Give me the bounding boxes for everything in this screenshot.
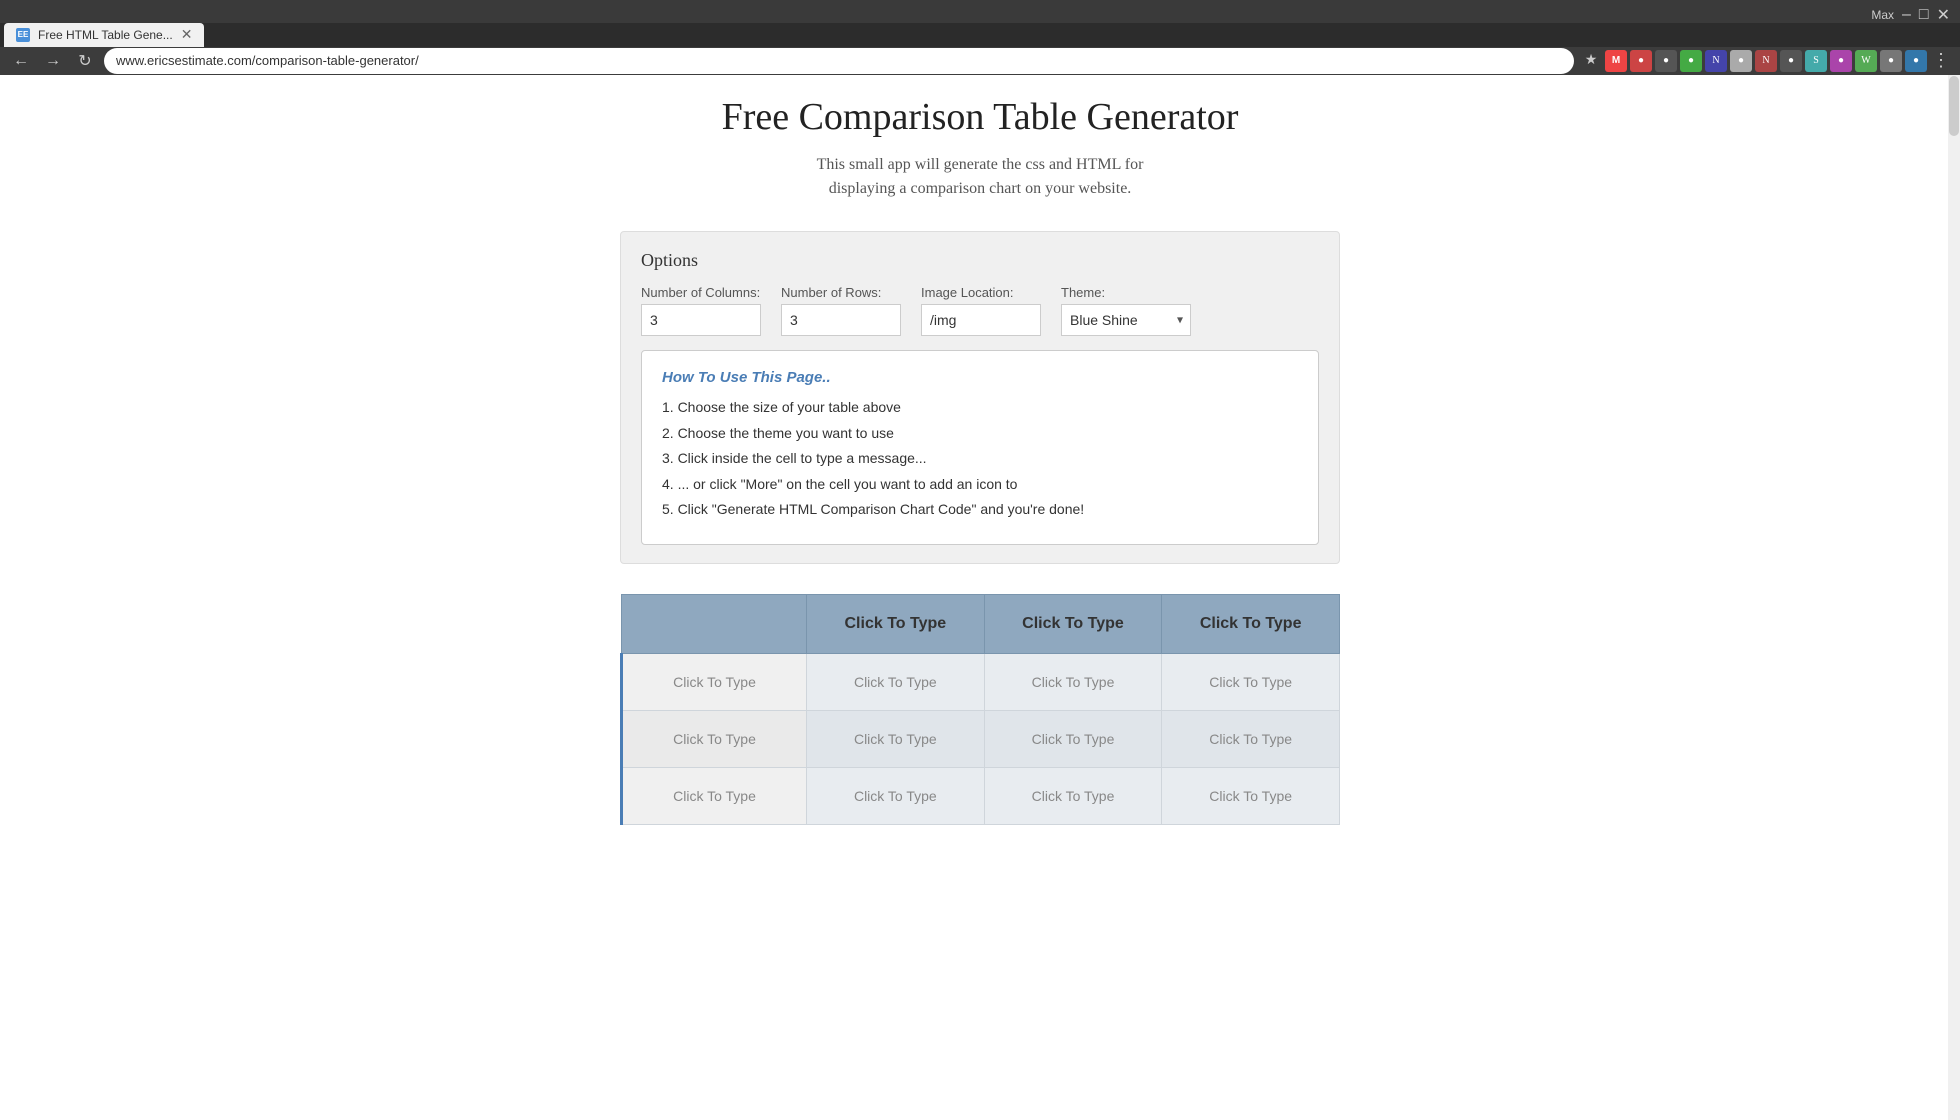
- page-content: Free Comparison Table Generator This sma…: [600, 95, 1360, 825]
- page-subtitle: This small app will generate the css and…: [620, 153, 1340, 201]
- columns-field-group: Number of Columns:: [641, 285, 761, 336]
- browser-chrome: Max – □ ✕ EE Free HTML Table Gene... ✕ ←…: [0, 0, 1960, 75]
- ext-icon-8[interactable]: ●: [1780, 50, 1802, 72]
- image-location-input[interactable]: [921, 304, 1041, 336]
- theme-field-group: Theme: Blue Shine Red Green Gray Dark: [1061, 285, 1191, 336]
- username-label: Max: [1871, 8, 1894, 22]
- row-3-col-3[interactable]: Click To Type: [1162, 767, 1340, 824]
- row-1-col-2[interactable]: Click To Type: [984, 653, 1162, 710]
- tab-bar: EE Free HTML Table Gene... ✕: [0, 23, 1960, 47]
- table-header-col-2[interactable]: Click To Type: [984, 594, 1162, 653]
- table-row: Click To Type Click To Type Click To Typ…: [622, 767, 1340, 824]
- columns-label: Number of Columns:: [641, 285, 761, 300]
- image-location-field-group: Image Location:: [921, 285, 1041, 336]
- instructions-box: How To Use This Page.. 1. Choose the siz…: [641, 350, 1319, 545]
- ext-icon-4[interactable]: ●: [1680, 50, 1702, 72]
- table-row: Click To Type Click To Type Click To Typ…: [622, 653, 1340, 710]
- ext-icon-10[interactable]: ●: [1830, 50, 1852, 72]
- browser-toolbar: ← → ↻ ★ M ● ● ● N ● N ● S ● W ● ● ⋮: [0, 47, 1960, 76]
- table-header-col-1[interactable]: Click To Type: [807, 594, 985, 653]
- table-container: Click To Type Click To Type Click To Typ…: [620, 594, 1340, 825]
- row-3-label[interactable]: Click To Type: [622, 767, 807, 824]
- ext-icon-11[interactable]: W: [1855, 50, 1877, 72]
- ext-icon-2[interactable]: ●: [1630, 50, 1652, 72]
- row-2-col-1[interactable]: Click To Type: [807, 710, 985, 767]
- rows-field-group: Number of Rows:: [781, 285, 901, 336]
- ext-icon-5[interactable]: N: [1705, 50, 1727, 72]
- rows-label: Number of Rows:: [781, 285, 901, 300]
- instruction-step-4: 4. ... or click "More" on the cell you w…: [662, 475, 1298, 495]
- row-3-col-1[interactable]: Click To Type: [807, 767, 985, 824]
- rows-input[interactable]: [781, 304, 901, 336]
- theme-select[interactable]: Blue Shine Red Green Gray Dark: [1061, 304, 1191, 336]
- row-1-col-3[interactable]: Click To Type: [1162, 653, 1340, 710]
- table-header-col-3[interactable]: Click To Type: [1162, 594, 1340, 653]
- row-1-col-1[interactable]: Click To Type: [807, 653, 985, 710]
- row-3-col-2[interactable]: Click To Type: [984, 767, 1162, 824]
- page-title: Free Comparison Table Generator: [620, 95, 1340, 139]
- ext-icon-7[interactable]: N: [1755, 50, 1777, 72]
- instructions-list: 1. Choose the size of your table above 2…: [662, 398, 1298, 520]
- options-title: Options: [641, 250, 1319, 271]
- row-1-label[interactable]: Click To Type: [622, 653, 807, 710]
- menu-dots-icon[interactable]: ⋮: [1930, 50, 1952, 72]
- back-button[interactable]: ←: [8, 48, 34, 74]
- tab-favicon: EE: [16, 28, 30, 42]
- table-body: Click To Type Click To Type Click To Typ…: [622, 653, 1340, 824]
- window-controls: Max – □ ✕: [1871, 5, 1950, 25]
- header-empty: [622, 594, 807, 653]
- tab-title: Free HTML Table Gene...: [38, 28, 173, 42]
- browser-titlebar: Max – □ ✕: [0, 0, 1960, 23]
- ext-icon-1[interactable]: M: [1605, 50, 1627, 72]
- maximize-button[interactable]: □: [1919, 6, 1929, 24]
- scrollbar-track[interactable]: [1948, 75, 1960, 1120]
- options-panel: Options Number of Columns: Number of Row…: [620, 231, 1340, 564]
- bookmark-star-icon[interactable]: ★: [1580, 50, 1602, 72]
- table-row: Click To Type Click To Type Click To Typ…: [622, 710, 1340, 767]
- instruction-step-1: 1. Choose the size of your table above: [662, 398, 1298, 418]
- reload-button[interactable]: ↻: [72, 48, 98, 74]
- scrollbar-thumb[interactable]: [1949, 76, 1959, 136]
- columns-input[interactable]: [641, 304, 761, 336]
- instruction-step-2: 2. Choose the theme you want to use: [662, 424, 1298, 444]
- close-button[interactable]: ✕: [1937, 5, 1950, 25]
- columns-input-wrap: [641, 304, 761, 336]
- theme-select-wrap: Blue Shine Red Green Gray Dark: [1061, 304, 1191, 336]
- comparison-table: Click To Type Click To Type Click To Typ…: [620, 594, 1340, 825]
- tab-close-icon[interactable]: ✕: [181, 26, 193, 43]
- forward-button[interactable]: →: [40, 48, 66, 74]
- ext-icon-6[interactable]: ●: [1730, 50, 1752, 72]
- instruction-step-5: 5. Click "Generate HTML Comparison Chart…: [662, 500, 1298, 520]
- ext-icon-13[interactable]: ●: [1905, 50, 1927, 72]
- table-header-row: Click To Type Click To Type Click To Typ…: [622, 594, 1340, 653]
- instructions-title: How To Use This Page..: [662, 369, 1298, 386]
- ext-icon-12[interactable]: ●: [1880, 50, 1902, 72]
- options-fields: Number of Columns: Number of Rows: Image…: [641, 285, 1319, 336]
- page-wrapper: Free Comparison Table Generator This sma…: [0, 75, 1960, 1120]
- theme-label: Theme:: [1061, 285, 1191, 300]
- row-2-col-2[interactable]: Click To Type: [984, 710, 1162, 767]
- address-bar[interactable]: [104, 48, 1574, 74]
- ext-icon-3[interactable]: ●: [1655, 50, 1677, 72]
- ext-icon-9[interactable]: S: [1805, 50, 1827, 72]
- image-location-label: Image Location:: [921, 285, 1041, 300]
- toolbar-icons: ★ M ● ● ● N ● N ● S ● W ● ● ⋮: [1580, 50, 1952, 72]
- instruction-step-3: 3. Click inside the cell to type a messa…: [662, 449, 1298, 469]
- browser-tab[interactable]: EE Free HTML Table Gene... ✕: [4, 23, 204, 47]
- row-2-col-3[interactable]: Click To Type: [1162, 710, 1340, 767]
- row-2-label[interactable]: Click To Type: [622, 710, 807, 767]
- minimize-button[interactable]: –: [1902, 6, 1911, 24]
